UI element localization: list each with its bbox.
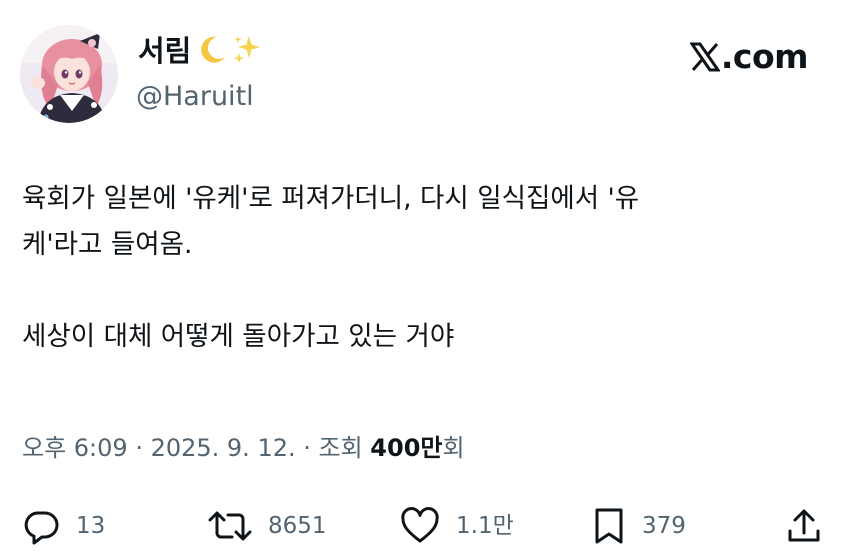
tweet-date[interactable]: 2025. 9. 12.: [151, 434, 296, 462]
bookmark-button[interactable]: 379: [592, 504, 686, 548]
repost-icon: [208, 507, 252, 545]
tweet-line: 세상이 대체 어떻게 돌아가고 있는 거야: [22, 321, 455, 352]
tweet-meta: 오후 6:09 · 2025. 9. 12. · 조회 400만회: [22, 432, 465, 464]
bookmark-icon: [592, 507, 626, 545]
share-button[interactable]: [786, 504, 822, 548]
repost-button[interactable]: 8651: [208, 504, 327, 548]
reply-icon: [22, 507, 60, 545]
tweet-card: 서림 @Haruitl .com 육회가 일본에 '유케'로 퍼져가더니, 다시…: [0, 0, 850, 553]
repost-count: 8651: [268, 513, 327, 539]
views-label: 조회: [318, 434, 371, 462]
views-unit: 만: [420, 434, 443, 462]
brand-watermark: .com: [688, 37, 809, 81]
meta-separator: ·: [295, 434, 319, 462]
views-count[interactable]: 400: [370, 434, 420, 462]
avatar-anime-illustration: [20, 25, 118, 123]
meta-separator: ·: [127, 434, 151, 462]
sparkles-icon: [231, 33, 263, 73]
share-icon: [786, 507, 822, 545]
display-name[interactable]: 서림: [138, 33, 263, 73]
user-handle[interactable]: @Haruitl: [136, 80, 254, 114]
brand-label: .com: [720, 37, 809, 76]
reply-button[interactable]: 13: [22, 504, 105, 548]
tweet-line: 육회가 일본에 '유케'로 퍼져가더니, 다시 일식집에서 '유: [22, 183, 640, 214]
like-button[interactable]: 1.1만: [400, 504, 514, 548]
avatar[interactable]: [20, 25, 118, 123]
views-suffix: 회: [442, 434, 465, 462]
x-logo-icon: [688, 41, 721, 81]
crescent-moon-icon: [197, 33, 229, 73]
heart-icon: [400, 507, 440, 545]
reply-count: 13: [76, 513, 106, 539]
action-bar: 13 8651 1.1만 379: [0, 504, 850, 548]
tweet-time[interactable]: 오후 6:09: [22, 434, 128, 462]
bookmark-count: 379: [642, 513, 686, 539]
tweet-line: 케'라고 들여옴.: [22, 229, 193, 260]
tweet-text: 육회가 일본에 '유케'로 퍼져가더니, 다시 일식집에서 '유 케'라고 들여…: [22, 176, 822, 360]
like-count: 1.1만: [456, 513, 514, 539]
display-name-text: 서림: [138, 34, 192, 68]
